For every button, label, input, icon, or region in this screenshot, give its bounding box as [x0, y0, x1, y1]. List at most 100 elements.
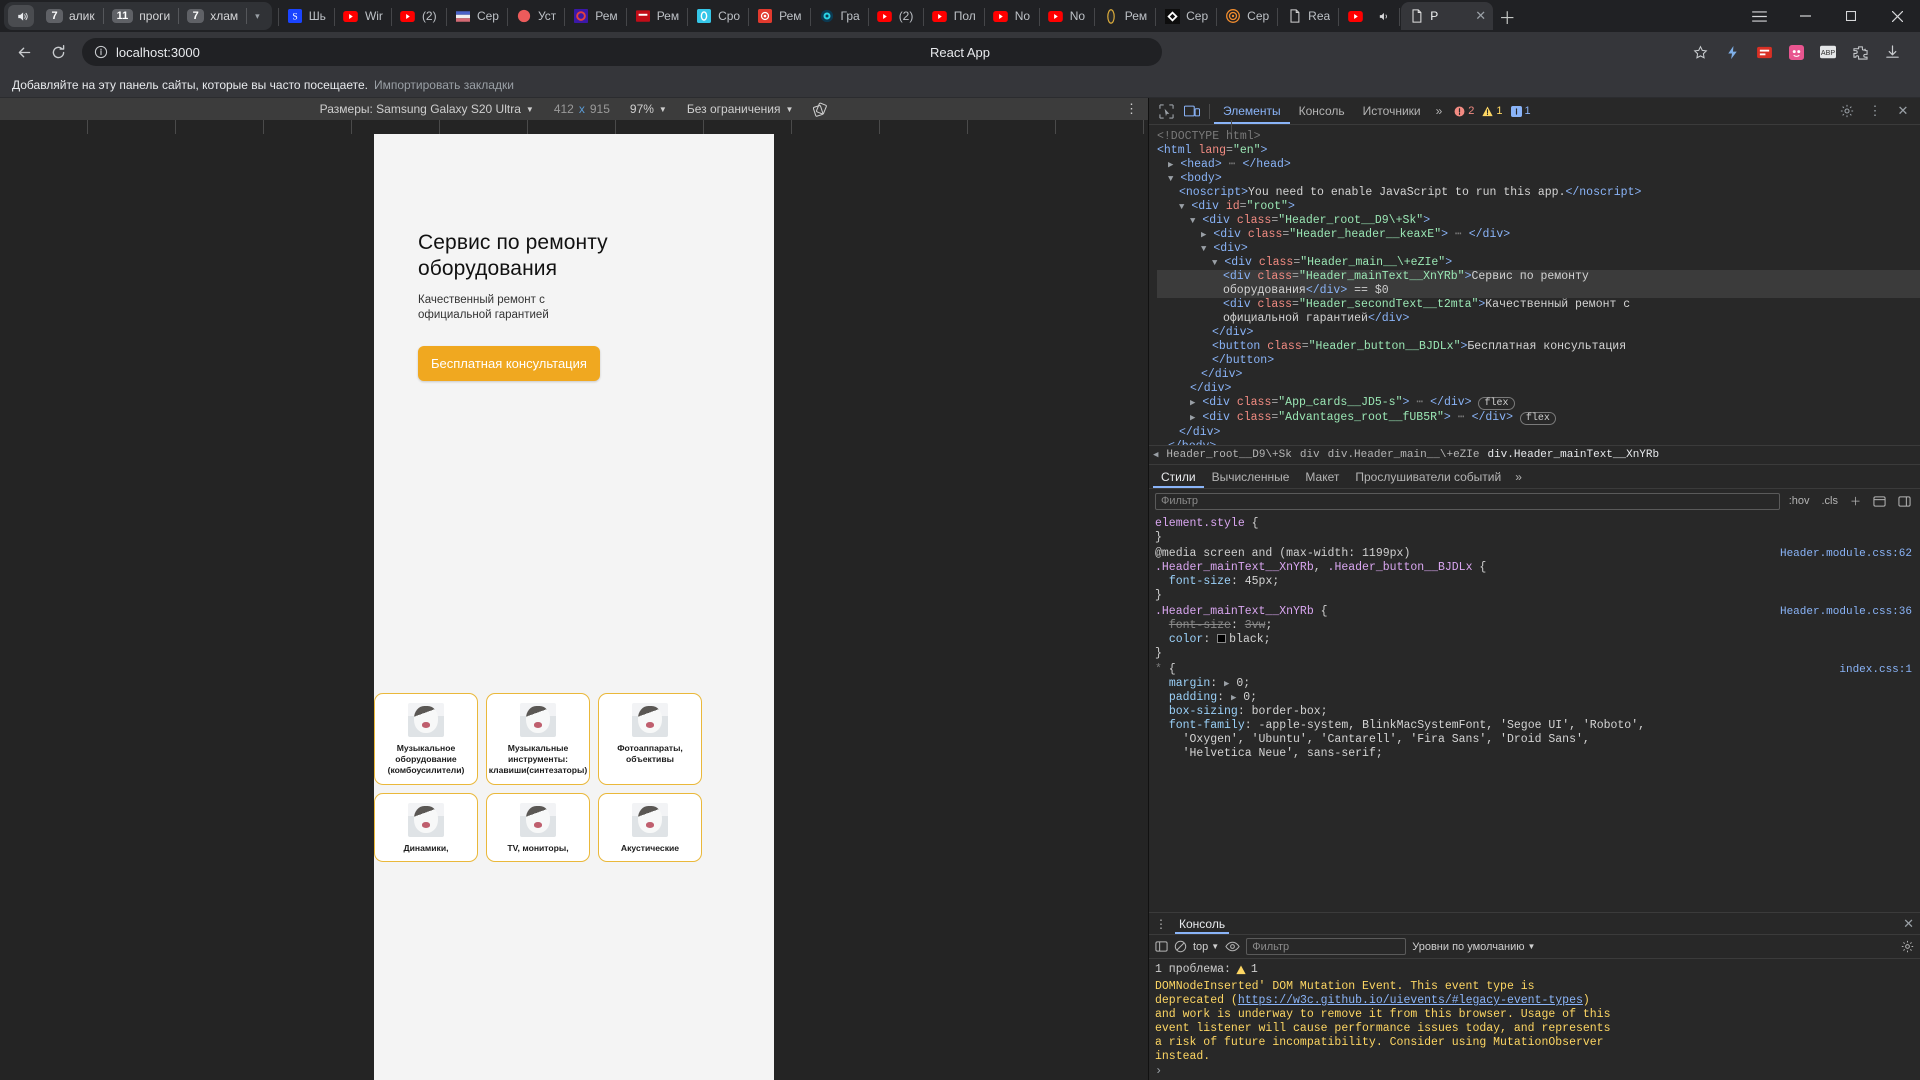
rotate-device-icon[interactable] [803, 99, 838, 119]
dom-node-line[interactable]: <!DOCTYPE html> [1157, 130, 1920, 144]
import-bookmarks-link[interactable]: Импортировать закладки [374, 78, 514, 92]
tab-sources[interactable]: Источники [1354, 98, 1430, 124]
chevron-right-icon[interactable]: » [1430, 104, 1449, 118]
styles-filter-input[interactable]: Фильтр [1155, 492, 1780, 510]
console-context-selector[interactable]: top ▼ [1193, 941, 1219, 953]
tab-10[interactable]: (2) [870, 2, 922, 30]
dom-node-line[interactable]: ▶ <head> ⋯ </head> [1157, 158, 1920, 172]
dom-node-line[interactable]: ▶ <div class="App_cards__JD5-s"> ⋯ </div… [1157, 396, 1920, 411]
dom-node-line[interactable]: <noscript>You need to enable JavaScript … [1157, 186, 1920, 200]
css-rule-source[interactable]: Header.module.css:36 [1780, 605, 1912, 619]
dom-node-line[interactable]: официальной гарантией</div> [1157, 312, 1920, 326]
dom-node-line[interactable]: <div class="Header_secondText__t2mta">Ка… [1157, 298, 1920, 312]
tab-event-listeners[interactable]: Прослушиватели событий [1347, 465, 1509, 488]
width-input[interactable]: 412 [554, 102, 574, 116]
dom-node-line[interactable]: </div> [1157, 326, 1920, 340]
error-count-badge[interactable]: 2 [1454, 105, 1474, 117]
tab-styles[interactable]: Стили [1153, 465, 1204, 488]
dom-node-line[interactable]: </div> [1157, 426, 1920, 440]
page-info-icon[interactable] [94, 45, 108, 59]
tab-7[interactable]: Сро [689, 2, 747, 30]
more-options-icon[interactable]: ⋮ [1155, 917, 1167, 931]
category-card[interactable]: Акустические [598, 792, 702, 862]
live-expression-icon[interactable] [1225, 941, 1240, 952]
gear-icon[interactable] [1834, 99, 1860, 124]
tab-8[interactable]: Рем [750, 2, 808, 30]
dom-node-line[interactable]: </div> [1157, 382, 1920, 396]
tab-3[interactable]: Сер [448, 2, 506, 30]
category-card[interactable]: Фотоаппараты, объективы [598, 692, 702, 785]
tab-12[interactable]: Nо [986, 2, 1038, 30]
cls-button[interactable]: .cls [1819, 495, 1842, 507]
css-rule-source[interactable]: index.css:1 [1839, 663, 1912, 677]
download-icon[interactable] [1878, 38, 1906, 66]
show-console-sidebar-icon[interactable] [1155, 940, 1168, 953]
toggle-sidebar-icon[interactable] [1895, 495, 1914, 508]
tab-group-item-2[interactable]: 7 хлам [179, 4, 246, 28]
tab-4[interactable]: Уст [509, 2, 563, 30]
dom-node-line[interactable]: ▼ <body> [1157, 172, 1920, 186]
more-options-icon[interactable]: ⋮ [1862, 99, 1888, 124]
tab-17[interactable]: Rea [1279, 2, 1337, 30]
new-style-rule-icon[interactable] [1870, 495, 1889, 508]
tab-console[interactable]: Консоль [1290, 98, 1354, 124]
viewport-size[interactable]: 412 x 915 [544, 99, 620, 119]
hov-button[interactable]: :hov [1786, 495, 1813, 507]
console-prompt[interactable]: › [1149, 1064, 1920, 1080]
free-consultation-button[interactable]: Бесплатная консультация [418, 345, 600, 381]
tab-11[interactable]: Пол [925, 2, 983, 30]
category-card[interactable]: TV, мониторы, [486, 792, 590, 862]
dom-node-line[interactable]: </body> [1157, 440, 1920, 445]
chevron-down-icon[interactable]: ▾ [247, 11, 268, 22]
console-settings-gear-icon[interactable] [1901, 940, 1914, 953]
minimize-icon[interactable] [1782, 0, 1828, 32]
chevron-left-icon[interactable]: ◀ [1153, 450, 1158, 460]
tab-18[interactable] [1340, 2, 1398, 30]
dom-node-line[interactable]: ▼ <div class="Header_main__\+eZIe"> [1157, 256, 1920, 270]
close-drawer-icon[interactable]: ✕ [1903, 916, 1914, 932]
maximize-icon[interactable] [1828, 0, 1874, 32]
breadcrumb-item[interactable]: div [1300, 449, 1320, 461]
abp-icon[interactable]: ABP [1814, 38, 1842, 66]
hamburger-menu-icon[interactable] [1736, 0, 1782, 32]
css-rule-source[interactable]: Header.module.css:62 [1780, 547, 1912, 561]
css-rule[interactable]: index.css:1 * { margin: ▶ 0; padding: ▶ 0… [1155, 663, 1914, 761]
category-card[interactable]: Музыкальное оборудование (комбоусилители… [374, 692, 478, 785]
plus-icon[interactable]: ＋ [1847, 493, 1864, 509]
chevron-right-icon[interactable]: » [1509, 470, 1528, 484]
breadcrumb-item[interactable]: Header_root__D9\+Sk [1166, 449, 1291, 461]
close-icon[interactable]: ✕ [1475, 8, 1486, 24]
console-levels-selector[interactable]: Уровни по умолчанию ▼ [1412, 941, 1535, 953]
dom-node-line[interactable]: оборудования</div> == $0 [1157, 284, 1920, 298]
tab-2[interactable]: (2) [393, 2, 445, 30]
console-filter-input[interactable]: Фильтр [1246, 938, 1407, 955]
speaker-icon[interactable] [1375, 8, 1391, 24]
category-card[interactable]: Динамики, [374, 792, 478, 862]
css-rule[interactable]: element.style {} [1155, 517, 1914, 545]
warning-count-badge[interactable]: 1 [1482, 105, 1503, 117]
tab-group-item-0[interactable]: 7 алик [38, 4, 103, 28]
new-tab-button[interactable]: ＋ [1493, 2, 1521, 30]
console-problems-row[interactable]: 1 проблема: 1 [1149, 959, 1920, 980]
dom-node-line[interactable]: <button class="Header_button__BJDLx">Бес… [1157, 340, 1920, 354]
dom-node-line[interactable]: ▼ <div> [1157, 242, 1920, 256]
tab-16[interactable]: Сер [1218, 2, 1276, 30]
device-selector[interactable]: Размеры: Samsung Galaxy S20 Ultra ▼ [310, 99, 544, 119]
extension-pink-icon[interactable] [1782, 38, 1810, 66]
bookmark-star-icon[interactable] [1686, 38, 1714, 66]
tab-computed[interactable]: Вычисленные [1204, 465, 1298, 488]
emulated-viewport[interactable]: Сервис по ремонту оборудования Качествен… [374, 134, 774, 1080]
dom-node-line[interactable]: ▶ <div class="Header_header__keaxE"> ⋯ <… [1157, 228, 1920, 242]
dom-node-line[interactable]: ▼ <div id="root"> [1157, 200, 1920, 214]
height-input[interactable]: 915 [590, 102, 610, 116]
css-rule[interactable]: Header.module.css:36 .Header_mainText__Xn… [1155, 605, 1914, 661]
address-bar[interactable]: localhost:3000 [82, 38, 1162, 66]
extension-puzzle-icon[interactable] [1846, 38, 1874, 66]
tab-13[interactable]: Nо [1041, 2, 1093, 30]
dom-node-line[interactable]: <div class="Header_mainText__XnYRb">Серв… [1157, 270, 1920, 284]
reload-button[interactable] [42, 36, 74, 68]
tab-6[interactable]: Рем [628, 2, 686, 30]
tab-group[interactable]: 7 алик 11 проги 7 хлам ▾ [4, 2, 272, 30]
throttling-selector[interactable]: Без ограничения ▼ [677, 99, 804, 119]
console-message-link[interactable]: https://w3c.github.io/uievents/#legacy-e… [1238, 994, 1583, 1007]
